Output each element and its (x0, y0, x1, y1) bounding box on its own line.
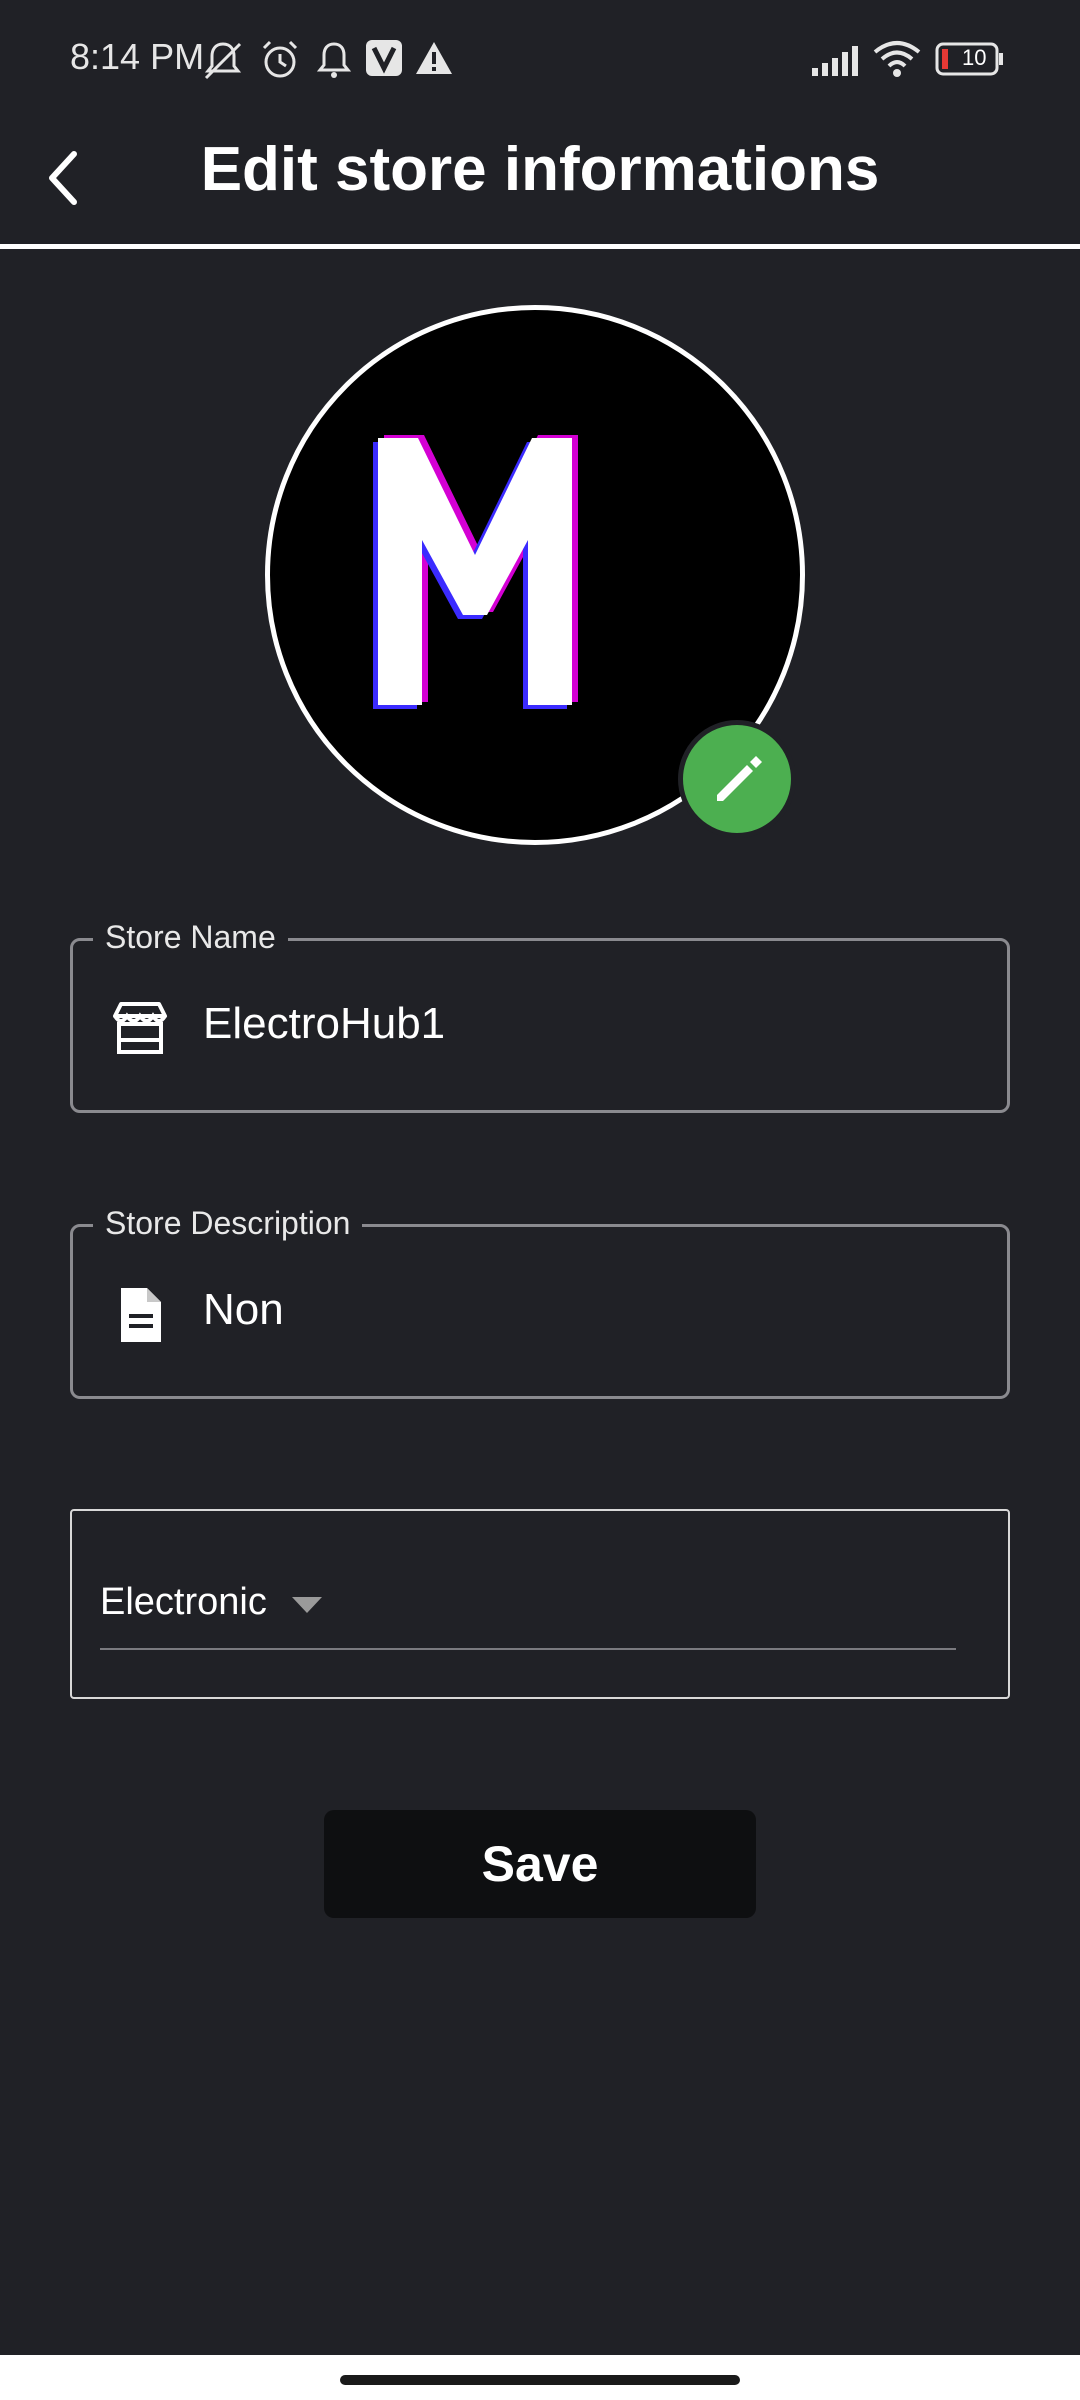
store-name-value: ElectroHub1 (203, 999, 446, 1048)
category-dropdown-container: Electronic (70, 1509, 1010, 1699)
wifi-icon (873, 41, 921, 77)
dropdown-underline (100, 1648, 956, 1650)
notification-bell-icon (316, 42, 352, 78)
store-description-label: Store Description (93, 1205, 363, 1242)
signal-icon (812, 46, 858, 76)
document-icon (121, 1288, 161, 1342)
store-name-field[interactable]: Store Name ElectroHub1 (70, 919, 1010, 1113)
alarm-icon (262, 40, 298, 78)
v-app-icon (366, 40, 402, 76)
home-indicator[interactable] (340, 2375, 740, 2385)
navigation-bar (0, 2355, 1080, 2400)
save-button[interactable]: Save (324, 1810, 756, 1918)
category-selected-value: Electronic (100, 1581, 267, 1623)
app-bar: Edit store informations (0, 120, 1080, 249)
store-description-field[interactable]: Store Description Non (70, 1205, 1010, 1399)
mute-icon (204, 42, 242, 80)
status-time: 8:14 PM (70, 36, 205, 77)
battery-level: 10 (962, 45, 987, 70)
warning-icon (416, 42, 452, 74)
store-name-label: Store Name (93, 919, 288, 956)
store-description-value: Non (203, 1285, 284, 1334)
status-bar: 8:14 PM 10 (0, 0, 1080, 120)
page-title: Edit store informations (200, 135, 880, 204)
dropdown-arrow-icon (292, 1597, 322, 1613)
store-icon (113, 1002, 167, 1054)
pencil-icon (717, 756, 762, 801)
edit-avatar-button[interactable] (678, 720, 796, 838)
